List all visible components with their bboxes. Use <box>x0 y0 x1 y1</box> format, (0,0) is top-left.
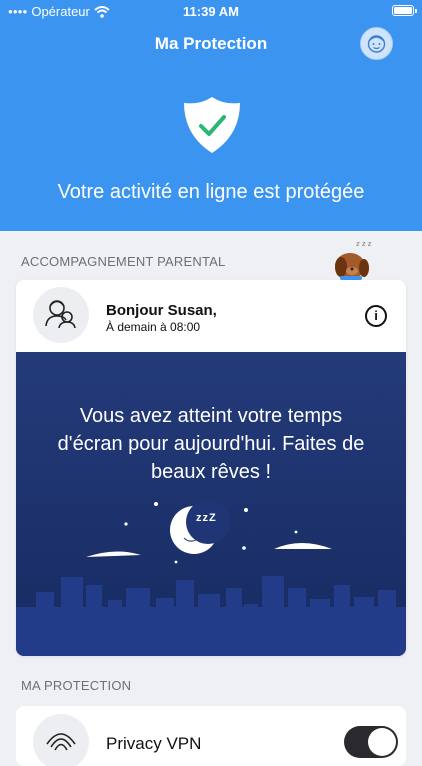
vpn-fingerprint-icon <box>46 733 76 751</box>
svg-text:z z z: z z z <box>356 240 372 248</box>
next-session-text: À demain à 08:00 <box>106 320 201 334</box>
vpn-toggle[interactable] <box>344 726 398 758</box>
info-icon: i <box>374 308 378 323</box>
night-city-illustration <box>16 500 406 656</box>
status-time: 11:39 AM <box>183 4 239 19</box>
moon-icon <box>170 500 230 554</box>
greeting-text: Bonjour Susan, <box>106 302 217 319</box>
vpn-card[interactable]: Privacy VPN <box>16 706 406 766</box>
parent-child-avatar <box>33 287 89 343</box>
section-label-parental: ACCOMPAGNEMENT PARENTAL <box>21 254 226 269</box>
profile-avatar-button[interactable] <box>360 27 393 60</box>
protection-status-text: Votre activité en ligne est protégée <box>57 181 365 203</box>
parental-card-header[interactable]: Bonjour Susan, À demain à 08:00 i <box>16 280 406 352</box>
kid-avatar-icon <box>367 35 386 53</box>
vpn-label: Privacy VPN <box>106 734 202 753</box>
protection-header: ●●●● Opérateur 11:39 AM Ma Protection Vo… <box>0 0 422 231</box>
sleeping-dog-icon: z z z <box>335 240 372 280</box>
info-button[interactable]: i <box>365 305 387 327</box>
section-label-protection: MA PROTECTION <box>21 678 132 693</box>
page-title: Ma Protection <box>154 34 268 53</box>
bedtime-banner: Vous avez atteint votre temps d'écran po… <box>16 352 406 656</box>
parent-child-icon <box>45 300 76 329</box>
status-bar: ●●●● Opérateur 11:39 AM <box>0 0 422 22</box>
vpn-icon-wrap <box>33 714 89 766</box>
battery-icon <box>392 5 417 16</box>
sleep-z-text: zzZ <box>196 512 217 524</box>
parental-card: Bonjour Susan, À demain à 08:00 i Vous a… <box>16 280 406 656</box>
bedtime-message: Vous avez atteint votre temps d'écran po… <box>57 405 365 483</box>
shield-check-icon <box>184 97 240 153</box>
vpn-toggle-knob <box>368 728 396 756</box>
